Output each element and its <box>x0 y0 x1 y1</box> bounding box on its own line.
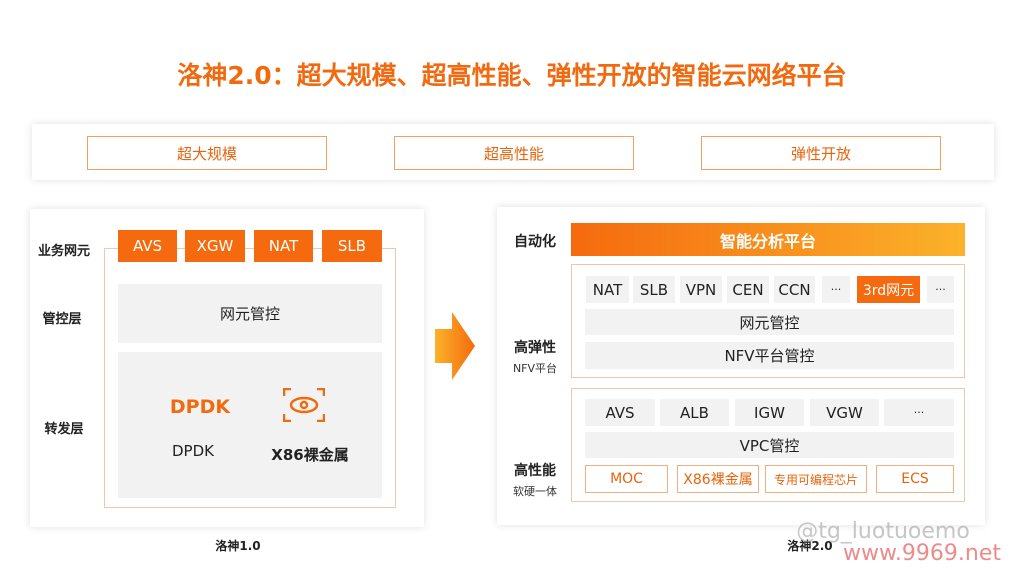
vpc-item: ··· <box>884 399 954 426</box>
feature-box: 弹性开放 <box>701 136 941 170</box>
feature-box: 超高性能 <box>394 136 634 170</box>
hw-box: MOC <box>585 465 668 493</box>
dpdk-label: DPDK <box>172 442 214 460</box>
nfv-item: CEN <box>727 276 769 303</box>
vpc-item: ALB <box>660 399 729 426</box>
dpdk-logo: DPDK <box>169 396 231 418</box>
hw-box: ECS <box>876 465 954 493</box>
auto-label: 自动化 <box>514 234 556 250</box>
element-box: SLB <box>322 230 382 262</box>
v1-caption: 洛神1.0 <box>215 538 261 553</box>
layer-label: 转发层 <box>44 421 84 437</box>
vpc-control: VPC管控 <box>585 432 954 458</box>
nfv-item: CCN <box>774 276 815 303</box>
nfv-platform-control: NFV平台管控 <box>585 342 954 369</box>
perf-sub: 软硬一体 <box>513 485 557 498</box>
element-box: XGW <box>185 230 245 262</box>
elastic-label: 高弹性 <box>514 340 556 356</box>
page-title: 洛神2.0：超大规模、超高性能、弹性开放的智能云网络平台 <box>177 61 847 90</box>
x86-label: X86裸金属 <box>271 445 349 464</box>
nfv-item: VPN <box>680 276 722 303</box>
vpc-item: VGW <box>810 399 879 426</box>
nfv-item: NAT <box>586 276 629 303</box>
nfv-item: ··· <box>927 276 954 303</box>
nfv-item: ··· <box>822 276 850 303</box>
watermark-site: www.9969.net <box>842 540 1002 566</box>
analytics-platform: 智能分析平台 <box>571 223 965 256</box>
element-box: AVS <box>118 230 177 262</box>
forwarding-layer <box>118 352 382 498</box>
control-layer: 网元管控 <box>118 284 382 343</box>
nfv-control: 网元管控 <box>585 309 954 335</box>
hw-box: X86裸金属 <box>677 465 759 493</box>
elastic-sub: NFV平台 <box>512 362 558 375</box>
feature-box: 超大规模 <box>87 136 327 170</box>
nfv-item: SLB <box>633 276 675 303</box>
nfv-item-3rd: 3rd网元 <box>857 276 920 303</box>
layer-label: 业务网元 <box>37 243 90 259</box>
arrow-right-icon <box>435 312 475 380</box>
vpc-item: AVS <box>585 399 655 426</box>
eye-scan-icon <box>283 388 325 422</box>
vpc-item: IGW <box>735 399 804 426</box>
element-box: NAT <box>254 230 313 262</box>
hw-box: 专用可编程芯片 <box>765 465 867 493</box>
layer-label: 管控层 <box>42 311 82 327</box>
perf-label: 高性能 <box>514 463 556 479</box>
